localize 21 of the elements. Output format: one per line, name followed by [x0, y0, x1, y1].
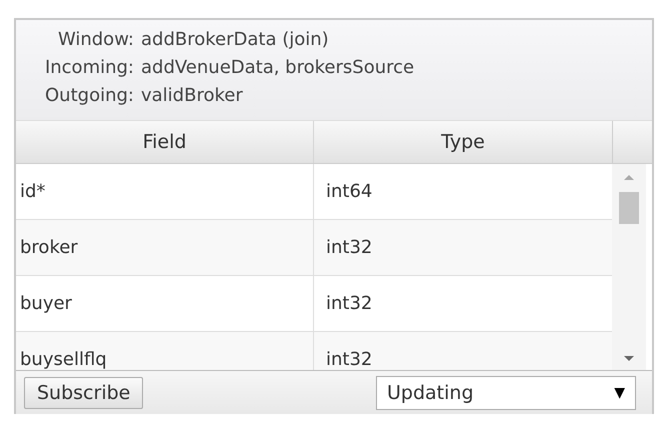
scrollbar[interactable] [612, 164, 646, 370]
scrollbar-thumb[interactable] [619, 192, 639, 224]
subscribe-button[interactable]: Subscribe [24, 376, 144, 408]
table-cell: buyer [16, 276, 314, 331]
table-cell-text: int32 [325, 236, 374, 260]
info-label: Incoming: [44, 56, 135, 80]
column-header[interactable]: Type [314, 121, 612, 163]
table-cell-text: int64 [325, 180, 374, 204]
table-cell-text: int32 [325, 292, 374, 316]
table-cell: id* [16, 164, 314, 219]
column-header[interactable]: Field [16, 121, 314, 163]
scroll-up-icon[interactable] [623, 174, 635, 180]
info-value: addBrokerData (join) [141, 28, 329, 52]
mode-dropdown[interactable]: Updating ▼ [376, 376, 636, 410]
table-cell: broker [16, 220, 314, 275]
info-value: addVenueData, brokersSource [141, 56, 414, 80]
table-cell-text: int32 [325, 348, 374, 370]
info-value: validBroker [141, 84, 243, 108]
info-label: Outgoing: [44, 84, 135, 108]
info-label: Window: [56, 28, 135, 52]
scroll-down-icon[interactable] [623, 356, 635, 362]
